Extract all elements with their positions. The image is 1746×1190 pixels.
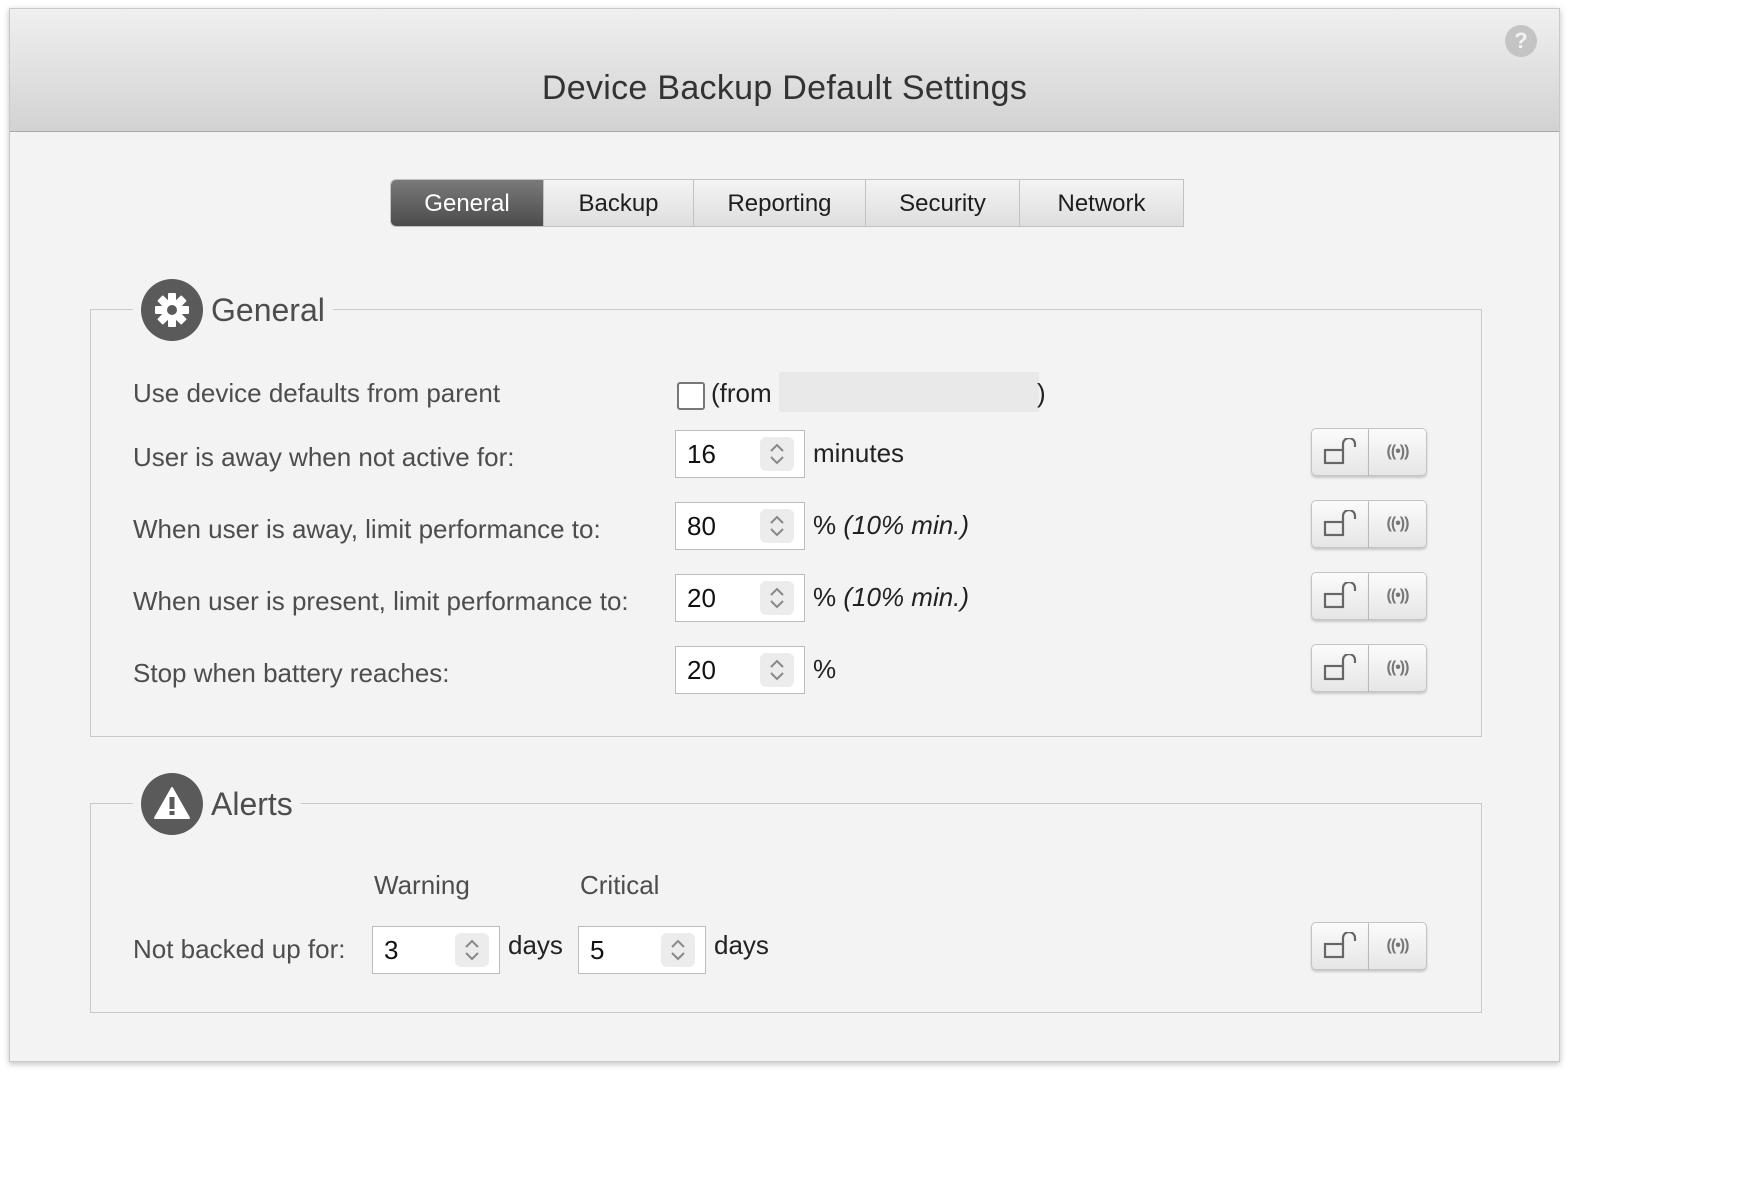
away-limit-note: (10% min.) (843, 510, 970, 540)
lock-icon[interactable] (1311, 500, 1369, 548)
window-title: Device Backup Default Settings (541, 69, 1028, 107)
present-limit-unit: % (10% min.) (813, 582, 969, 613)
warning-days-stepper[interactable]: 3 (372, 926, 500, 974)
parent-from-suffix: ) (1037, 378, 1046, 408)
warning-days-value: 3 (384, 935, 399, 965)
away-limit-value: 80 (687, 511, 716, 541)
tab-general[interactable]: General (391, 180, 543, 226)
tab-bar: General Backup Reporting Security Networ… (390, 179, 1184, 227)
stepper-arrows-icon[interactable] (760, 653, 794, 687)
tab-reporting[interactable]: Reporting (693, 180, 865, 226)
battery-unit: % (813, 654, 837, 684)
broadcast-icon[interactable]: ((•)) (1369, 644, 1427, 692)
alerts-legend: Alerts (133, 772, 301, 836)
help-icon[interactable]: ? (1505, 25, 1537, 57)
parent-from-prefix: (from (711, 378, 772, 408)
stepper-arrows-icon[interactable] (760, 509, 794, 543)
away-limit-setting-buttons: ((•)) (1311, 500, 1427, 548)
present-limit-setting-buttons: ((•)) (1311, 572, 1427, 620)
tab-security[interactable]: Security (865, 180, 1019, 226)
redacted-parent-name (779, 372, 1039, 412)
warning-column-header: Warning (374, 870, 470, 900)
warning-icon (141, 773, 203, 835)
away-label: User is away when not active for: (133, 442, 515, 472)
parent-defaults-label: Use device defaults from parent (133, 378, 501, 408)
general-legend: General (133, 278, 333, 342)
stepper-arrows-icon[interactable] (661, 933, 695, 967)
present-limit-note: (10% min.) (843, 582, 970, 612)
battery-setting-buttons: ((•)) (1311, 644, 1427, 692)
warning-days-unit: days (508, 930, 563, 960)
not-backed-label: Not backed up for: (133, 934, 346, 964)
battery-value: 20 (687, 655, 716, 685)
away-limit-unit: % (10% min.) (813, 510, 969, 541)
present-limit-stepper[interactable]: 20 (675, 574, 805, 622)
general-group: General Use device defaults from parent … (90, 278, 1482, 737)
alerts-group: Alerts Warning Critical Not backed up fo… (90, 772, 1482, 1013)
away-unit: minutes (813, 438, 905, 468)
away-minutes-value: 16 (687, 439, 716, 469)
critical-days-value: 5 (590, 935, 605, 965)
away-limit-label: When user is away, limit performance to: (133, 514, 601, 544)
alerts-heading: Alerts (211, 785, 293, 822)
settings-window: Device Backup Default Settings ? General… (9, 8, 1560, 1062)
title-bar: Device Backup Default Settings ? (10, 9, 1559, 132)
stepper-arrows-icon[interactable] (760, 437, 794, 471)
battery-label: Stop when battery reaches: (133, 658, 450, 688)
alerts-setting-buttons: ((•)) (1311, 922, 1427, 970)
broadcast-icon[interactable]: ((•)) (1369, 922, 1427, 970)
lock-icon[interactable] (1311, 644, 1369, 692)
broadcast-icon[interactable]: ((•)) (1369, 428, 1427, 476)
away-minutes-stepper[interactable]: 16 (675, 430, 805, 478)
critical-column-header: Critical (580, 870, 660, 900)
present-limit-percent: % (813, 582, 837, 612)
general-heading: General (211, 291, 325, 328)
tab-network[interactable]: Network (1019, 180, 1183, 226)
parent-defaults-checkbox[interactable] (677, 382, 705, 410)
critical-days-unit: days (714, 930, 769, 960)
away-setting-buttons: ((•)) (1311, 428, 1427, 476)
lock-icon[interactable] (1311, 572, 1369, 620)
broadcast-icon[interactable]: ((•)) (1369, 572, 1427, 620)
lock-icon[interactable] (1311, 428, 1369, 476)
broadcast-icon[interactable]: ((•)) (1369, 500, 1427, 548)
stepper-arrows-icon[interactable] (760, 581, 794, 615)
lock-icon[interactable] (1311, 922, 1369, 970)
present-limit-label: When user is present, limit performance … (133, 586, 629, 616)
battery-stepper[interactable]: 20 (675, 646, 805, 694)
tab-backup[interactable]: Backup (543, 180, 693, 226)
stepper-arrows-icon[interactable] (455, 933, 489, 967)
away-limit-percent: % (813, 510, 837, 540)
away-limit-stepper[interactable]: 80 (675, 502, 805, 550)
critical-days-stepper[interactable]: 5 (578, 926, 706, 974)
present-limit-value: 20 (687, 583, 716, 613)
gear-icon (141, 279, 203, 341)
